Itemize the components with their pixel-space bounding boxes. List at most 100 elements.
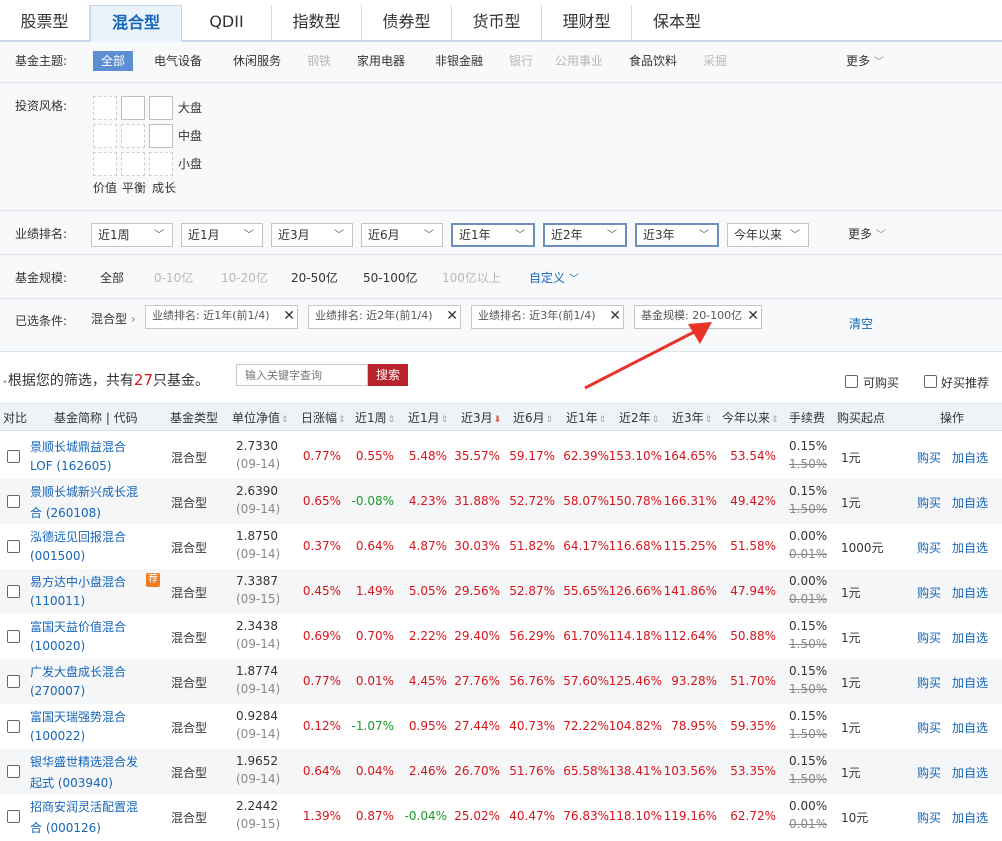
theme-option[interactable]: 食品饮料 xyxy=(629,51,677,71)
buy-button[interactable]: 购买 xyxy=(917,674,941,691)
close-icon[interactable]: ✕ xyxy=(446,306,458,326)
fund-name-line2[interactable]: (100020) xyxy=(30,639,85,653)
compare-checkbox[interactable] xyxy=(7,585,20,598)
fund-name-line1[interactable]: 景顺长城鼎益混合 xyxy=(30,438,126,455)
add-watchlist-button[interactable]: 加自选 xyxy=(952,494,988,511)
performance-dropdown[interactable]: 近6月 ﹀ xyxy=(361,223,443,247)
tab-money[interactable]: 货币型 xyxy=(452,5,542,40)
fund-name-line2[interactable]: (270007) xyxy=(30,684,85,698)
compare-checkbox[interactable] xyxy=(7,540,20,553)
buyable-checkbox[interactable] xyxy=(845,375,858,388)
add-watchlist-button[interactable]: 加自选 xyxy=(952,539,988,556)
fund-name-line2[interactable]: 合 (000126) xyxy=(30,819,101,836)
close-icon[interactable]: ✕ xyxy=(747,306,759,326)
fund-name-line2[interactable]: 起式 (003940) xyxy=(30,774,113,791)
add-watchlist-button[interactable]: 加自选 xyxy=(952,809,988,826)
theme-option[interactable]: 非银金融 xyxy=(435,51,483,71)
fund-name-line2[interactable]: (001500) xyxy=(30,549,85,563)
add-watchlist-button[interactable]: 加自选 xyxy=(952,584,988,601)
col-day[interactable]: 日涨幅⇕ xyxy=(301,404,346,432)
compare-checkbox[interactable] xyxy=(7,675,20,688)
fund-name-line2[interactable]: (110011) xyxy=(30,594,85,608)
compare-checkbox[interactable] xyxy=(7,630,20,643)
fund-name-line1[interactable]: 广发大盘成长混合 xyxy=(30,663,126,680)
scale-custom-link[interactable]: 自定义 ﹀ xyxy=(529,268,579,288)
selected-type-crumb[interactable]: 混合型 › xyxy=(91,309,136,329)
recommend-checkbox[interactable] xyxy=(924,375,937,388)
tab-guaranteed[interactable]: 保本型 xyxy=(632,5,722,40)
style-box[interactable] xyxy=(93,152,117,176)
col-1m[interactable]: 近1月⇕ xyxy=(408,404,448,432)
fund-name-line1[interactable]: 景顺长城新兴成长混 xyxy=(30,483,138,500)
buy-button[interactable]: 购买 xyxy=(917,719,941,736)
col-6m[interactable]: 近6月⇕ xyxy=(513,404,553,432)
theme-option[interactable]: 全部 xyxy=(93,51,134,71)
col-3m[interactable]: 近3月⬇ xyxy=(461,404,501,432)
scale-option[interactable]: 50-100亿 xyxy=(363,268,418,288)
tab-qdii[interactable]: QDII xyxy=(182,5,272,40)
fund-name-line2[interactable]: (100022) xyxy=(30,729,85,743)
compare-checkbox[interactable] xyxy=(7,450,20,463)
theme-more-link[interactable]: 更多 ﹀ xyxy=(846,51,884,71)
style-box[interactable] xyxy=(93,124,117,148)
compare-checkbox[interactable] xyxy=(7,765,20,778)
fund-name-line2[interactable]: LOF (162605) xyxy=(30,459,112,473)
scale-option[interactable]: 20-50亿 xyxy=(291,268,338,288)
style-box[interactable] xyxy=(121,152,145,176)
clear-filters-link[interactable]: 清空 xyxy=(849,314,873,334)
performance-dropdown[interactable]: 近3年 ﹀ xyxy=(635,223,719,247)
col-ytd[interactable]: 今年以来⇕ xyxy=(722,404,779,432)
style-box[interactable] xyxy=(149,96,173,120)
style-box[interactable] xyxy=(149,152,173,176)
performance-dropdown[interactable]: 近2年 ﹀ xyxy=(543,223,627,247)
style-box[interactable] xyxy=(121,124,145,148)
col-2y[interactable]: 近2年⇕ xyxy=(619,404,659,432)
tab-hybrid[interactable]: 混合型 xyxy=(90,5,182,42)
buy-button[interactable]: 购买 xyxy=(917,539,941,556)
buy-button[interactable]: 购买 xyxy=(917,629,941,646)
tab-index[interactable]: 指数型 xyxy=(272,5,362,40)
col-nav[interactable]: 单位净值⇕ xyxy=(232,404,289,432)
scale-option[interactable]: 全部 xyxy=(100,268,124,288)
col-1y[interactable]: 近1年⇕ xyxy=(566,404,606,432)
style-box[interactable] xyxy=(149,124,173,148)
buy-button[interactable]: 购买 xyxy=(917,764,941,781)
fund-name-line2[interactable]: 合 (260108) xyxy=(30,504,101,521)
performance-more-link[interactable]: 更多 ﹀ xyxy=(848,224,886,244)
compare-checkbox[interactable] xyxy=(7,720,20,733)
tab-bond[interactable]: 债券型 xyxy=(362,5,452,40)
col-3y[interactable]: 近3年⇕ xyxy=(672,404,712,432)
fund-name-line1[interactable]: 泓德远见回报混合 xyxy=(30,528,126,545)
search-input[interactable] xyxy=(236,364,368,386)
buy-button[interactable]: 购买 xyxy=(917,494,941,511)
performance-dropdown[interactable]: 近1月 ﹀ xyxy=(181,223,263,247)
add-watchlist-button[interactable]: 加自选 xyxy=(952,629,988,646)
tab-stock[interactable]: 股票型 xyxy=(0,5,90,40)
performance-dropdown[interactable]: 近1年 ﹀ xyxy=(451,223,535,247)
add-watchlist-button[interactable]: 加自选 xyxy=(952,719,988,736)
style-box[interactable] xyxy=(121,96,145,120)
fund-name-line1[interactable]: 招商安润灵活配置混 xyxy=(30,798,138,815)
performance-dropdown[interactable]: 近1周 ﹀ xyxy=(91,223,173,247)
buy-button[interactable]: 购买 xyxy=(917,809,941,826)
fund-name-line1[interactable]: 易方达中小盘混合 xyxy=(30,573,126,590)
style-box[interactable] xyxy=(93,96,117,120)
close-icon[interactable]: ✕ xyxy=(283,306,295,326)
theme-option[interactable]: 休闲服务 xyxy=(233,51,281,71)
add-watchlist-button[interactable]: 加自选 xyxy=(952,449,988,466)
tab-wealth[interactable]: 理财型 xyxy=(542,5,632,40)
theme-option[interactable]: 电气设备 xyxy=(154,51,202,71)
buy-button[interactable]: 购买 xyxy=(917,449,941,466)
compare-checkbox[interactable] xyxy=(7,495,20,508)
fund-name-line1[interactable]: 银华盛世精选混合发 xyxy=(30,753,138,770)
performance-dropdown[interactable]: 近3月 ﹀ xyxy=(271,223,353,247)
buy-button[interactable]: 购买 xyxy=(917,584,941,601)
performance-dropdown[interactable]: 今年以来 ﹀ xyxy=(727,223,809,247)
fund-name-line1[interactable]: 富国天瑞强势混合 xyxy=(30,708,126,725)
search-button[interactable]: 搜索 xyxy=(368,364,408,386)
theme-option[interactable]: 家用电器 xyxy=(357,51,405,71)
compare-checkbox[interactable] xyxy=(7,810,20,823)
col-1w[interactable]: 近1周⇕ xyxy=(355,404,395,432)
add-watchlist-button[interactable]: 加自选 xyxy=(952,764,988,781)
add-watchlist-button[interactable]: 加自选 xyxy=(952,674,988,691)
